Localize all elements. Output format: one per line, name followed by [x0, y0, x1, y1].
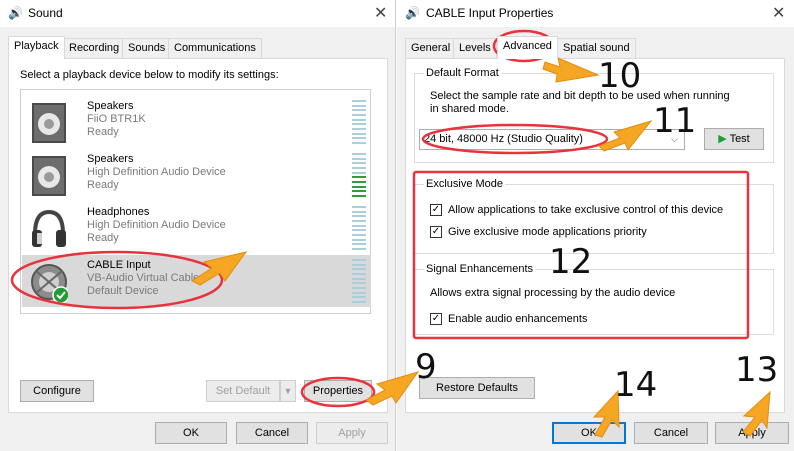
device-status: Ready: [87, 232, 119, 244]
annotation-number-9: 9: [415, 347, 437, 387]
level-meter: [352, 153, 366, 197]
device-status: Ready: [87, 126, 119, 138]
signal-enhancements-title: Signal Enhancements: [424, 263, 536, 275]
level-meter: [352, 206, 366, 250]
device-desc: High Definition Audio Device: [87, 166, 226, 178]
device-desc: VB-Audio Virtual Cable: [87, 272, 200, 284]
properties-button[interactable]: Properties: [304, 380, 372, 402]
device-desc: FiiO BTR1K: [87, 113, 146, 125]
tab-communications[interactable]: Communications: [168, 38, 262, 59]
test-label: Test: [729, 133, 750, 145]
tab-general[interactable]: General: [405, 38, 457, 59]
device-status: Default Device: [87, 285, 159, 297]
props-ok-button[interactable]: OK: [552, 422, 626, 444]
close-icon[interactable]: ✕: [772, 3, 785, 23]
props-titlebar: 🔊 CABLE Input Properties ✕: [397, 0, 794, 27]
speaker-device-icon: [32, 103, 66, 143]
props-cancel-button[interactable]: Cancel: [634, 422, 708, 444]
enable-enhancements-checkbox[interactable]: ✓: [430, 313, 442, 325]
annotation-number-13: 13: [735, 350, 779, 390]
tab-recording[interactable]: Recording: [63, 38, 126, 59]
device-name: CABLE Input: [87, 259, 151, 271]
device-list: Speakers FiiO BTR1K Ready Speakers High …: [20, 89, 371, 314]
sound-ok-button[interactable]: OK: [155, 422, 227, 444]
enable-enhancements-label: Enable audio enhancements: [448, 313, 588, 325]
level-meter: [352, 259, 366, 303]
signal-enhancements-group: [414, 269, 774, 335]
device-desc: High Definition Audio Device: [87, 219, 226, 231]
annotation-number-12: 12: [549, 242, 593, 282]
speaker-icon: 🔊: [8, 6, 23, 20]
sound-titlebar: 🔊 Sound ✕: [0, 0, 395, 27]
exclusive-priority-checkbox[interactable]: ✓: [430, 226, 442, 238]
speaker-settings-icon: 🔊: [405, 6, 420, 20]
annotation-number-14: 14: [614, 365, 658, 405]
device-name: Headphones: [87, 206, 150, 218]
exclusive-priority-label: Give exclusive mode applications priorit…: [448, 226, 647, 238]
default-format-title: Default Format: [424, 67, 501, 79]
tab-sounds[interactable]: Sounds: [122, 38, 172, 59]
exclusive-control-checkbox[interactable]: ✓: [430, 204, 442, 216]
signal-enhancements-desc: Allows extra signal processing by the au…: [430, 287, 676, 299]
exclusive-mode-group: [414, 184, 774, 254]
props-apply-button[interactable]: Apply: [715, 422, 789, 444]
close-icon[interactable]: ✕: [374, 3, 387, 23]
annotation-number-10: 10: [598, 56, 642, 96]
exclusive-control-label: Allow applications to take exclusive con…: [448, 204, 724, 216]
speaker-device-icon: [32, 156, 66, 196]
sound-cancel-button[interactable]: Cancel: [236, 422, 308, 444]
device-cable-input[interactable]: CABLE Input VB-Audio Virtual Cable Defau…: [22, 255, 371, 307]
props-title: CABLE Input Properties: [426, 6, 554, 20]
device-speakers-hd[interactable]: Speakers High Definition Audio Device Re…: [22, 149, 371, 201]
sound-apply-button[interactable]: Apply: [316, 422, 388, 444]
set-default-button[interactable]: Set Default: [206, 380, 280, 402]
tab-playback[interactable]: Playback: [8, 36, 65, 59]
sound-window: 🔊 Sound ✕ Playback Recording Sounds Comm…: [0, 0, 396, 451]
annotation-number-11: 11: [653, 101, 697, 141]
tab-advanced[interactable]: Advanced: [497, 36, 558, 59]
tab-levels[interactable]: Levels: [453, 38, 497, 59]
instruction-text: Select a playback device below to modify…: [20, 69, 279, 81]
set-default-dropdown-icon[interactable]: ▼: [280, 380, 296, 402]
play-icon: ▶: [718, 133, 727, 145]
headphones-icon: [32, 209, 66, 247]
device-headphones[interactable]: Headphones High Definition Audio Device …: [22, 202, 371, 254]
test-button[interactable]: ▶ Test: [704, 128, 764, 150]
cable-device-icon: [31, 264, 68, 303]
sound-title: Sound: [28, 6, 63, 20]
device-name: Speakers: [87, 100, 134, 112]
device-speakers-fiio[interactable]: Speakers FiiO BTR1K Ready: [22, 96, 371, 148]
device-status: Ready: [87, 179, 119, 191]
configure-button[interactable]: Configure: [20, 380, 94, 402]
default-format-desc-2: in shared mode.: [430, 103, 509, 115]
exclusive-mode-title: Exclusive Mode: [424, 178, 506, 190]
sample-rate-value: 24 bit, 48000 Hz (Studio Quality): [424, 133, 583, 145]
level-meter: [352, 100, 366, 144]
device-name: Speakers: [87, 153, 134, 165]
sample-rate-select[interactable]: 24 bit, 48000 Hz (Studio Quality) ⌵: [419, 129, 685, 150]
